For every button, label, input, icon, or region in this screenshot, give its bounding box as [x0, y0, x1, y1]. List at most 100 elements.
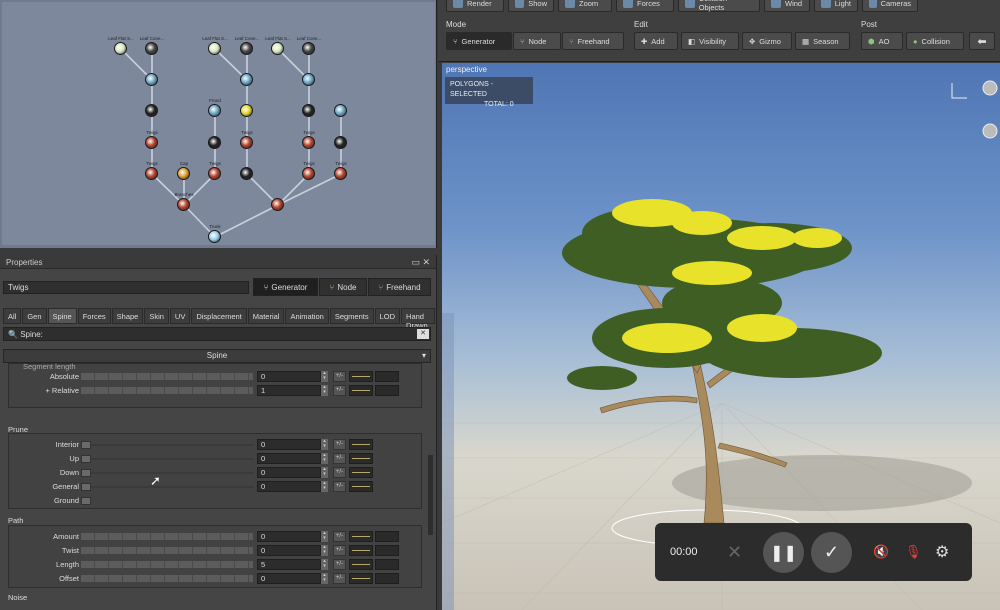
graph-node[interactable]: [145, 73, 158, 86]
graph-node[interactable]: [240, 73, 253, 86]
graph-node[interactable]: [240, 42, 253, 55]
cancel-recording-button[interactable]: ✕: [714, 532, 755, 573]
graph-node[interactable]: [334, 104, 347, 117]
graph-node[interactable]: [334, 167, 347, 180]
curve-editor[interactable]: [349, 481, 373, 492]
tab-lod[interactable]: LOD: [374, 308, 401, 324]
graph-node[interactable]: [271, 42, 284, 55]
props-mode-freehand-button[interactable]: ⑂ Freehand: [368, 278, 431, 296]
curve-editor-secondary[interactable]: [375, 385, 399, 396]
property-value-field[interactable]: 0: [257, 453, 321, 464]
tab-shape[interactable]: Shape: [111, 308, 144, 324]
toolbar-show-button[interactable]: Show: [508, 0, 554, 12]
randomize-toggle[interactable]: +/-: [333, 453, 346, 464]
toolbar-cameras-button[interactable]: Cameras: [862, 0, 918, 12]
randomize-toggle[interactable]: +/-: [333, 481, 346, 492]
curve-editor[interactable]: [349, 559, 373, 570]
property-value-field[interactable]: 0: [257, 545, 321, 556]
value-spinner[interactable]: ▴ ▾: [321, 439, 328, 450]
graph-node[interactable]: [271, 198, 284, 211]
tab-displacement[interactable]: Displacement: [191, 308, 247, 324]
speaker-muted-icon[interactable]: 🔇: [873, 544, 889, 560]
tab-gen[interactable]: Gen: [22, 308, 47, 324]
property-slider[interactable]: [81, 561, 253, 568]
property-slider[interactable]: [81, 441, 253, 449]
graph-node[interactable]: [208, 104, 221, 117]
curve-editor-secondary[interactable]: [375, 559, 399, 570]
tab-animation[interactable]: Animation: [285, 308, 329, 324]
curve-editor-secondary[interactable]: [375, 545, 399, 556]
props-mode-generator-button[interactable]: ⑂ Generator: [253, 278, 318, 296]
pause-recording-button[interactable]: ❚❚: [763, 532, 804, 573]
tab-forces[interactable]: Forces: [77, 308, 111, 324]
graph-node[interactable]: [240, 104, 253, 117]
value-spinner[interactable]: ▴ ▾: [321, 481, 328, 492]
curve-editor[interactable]: [349, 453, 373, 464]
graph-node[interactable]: [208, 136, 221, 149]
randomize-toggle[interactable]: +/-: [333, 371, 346, 382]
toolbar-light-button[interactable]: Light: [814, 0, 858, 12]
graph-node[interactable]: [302, 136, 315, 149]
node-graph-panel[interactable]: Leaf Flat S... Leaf Cone... Leaf Flat S...…: [0, 0, 437, 248]
property-slider[interactable]: [81, 483, 253, 491]
mode-freehand-button[interactable]: ⑂ Freehand: [562, 32, 624, 50]
graph-node[interactable]: [302, 167, 315, 180]
object-name-field[interactable]: Twigs: [3, 281, 249, 294]
graph-node[interactable]: [114, 42, 127, 55]
curve-editor-secondary[interactable]: [375, 371, 399, 382]
tab-all[interactable]: All: [3, 308, 22, 324]
curve-editor[interactable]: [349, 439, 373, 450]
value-spinner[interactable]: ▴ ▾: [321, 371, 328, 382]
graph-node[interactable]: [240, 167, 253, 180]
clear-search-icon[interactable]: ✕: [417, 329, 429, 339]
slider-knob[interactable]: [81, 455, 91, 463]
value-spinner[interactable]: ▴ ▾: [321, 573, 328, 584]
settings-gear-icon[interactable]: ⚙: [935, 542, 949, 562]
panel-window-controls[interactable]: ▭ ✕: [411, 257, 430, 268]
curve-editor[interactable]: [349, 531, 373, 542]
randomize-toggle[interactable]: +/-: [333, 531, 346, 542]
curve-editor[interactable]: [349, 371, 373, 382]
toolbar-collision-objects-button[interactable]: Collision Objects: [678, 0, 760, 12]
property-slider[interactable]: [81, 387, 253, 394]
post-collision-button[interactable]: ● Collision: [906, 32, 964, 50]
randomize-toggle[interactable]: +/-: [333, 573, 346, 584]
toolbar-wind-button[interactable]: Wind: [764, 0, 810, 12]
randomize-toggle[interactable]: +/-: [333, 467, 346, 478]
graph-node[interactable]: [145, 167, 158, 180]
value-spinner[interactable]: ▴ ▾: [321, 559, 328, 570]
curve-editor[interactable]: [349, 573, 373, 584]
node-graph-canvas[interactable]: Leaf Flat S... Leaf Cone... Leaf Flat S...…: [2, 2, 435, 245]
graph-node[interactable]: [177, 167, 190, 180]
property-value-field[interactable]: 0: [257, 531, 321, 542]
property-slider[interactable]: [81, 575, 253, 582]
graph-node[interactable]: [240, 136, 253, 149]
edit-season-button[interactable]: ▦ Season: [795, 32, 850, 50]
tab-segments[interactable]: Segments: [329, 308, 374, 324]
toolbar-zoom-button[interactable]: Zoom: [558, 0, 612, 12]
graph-node[interactable]: [302, 73, 315, 86]
tab-hand-drawn[interactable]: Hand Drawn: [401, 308, 435, 330]
curve-editor[interactable]: [349, 545, 373, 556]
graph-node[interactable]: [302, 104, 315, 117]
property-search-input[interactable]: 🔍 Spine: ✕: [3, 327, 431, 341]
back-arrow-button[interactable]: ⬅: [969, 32, 995, 50]
property-value-field[interactable]: 1: [257, 385, 321, 396]
curve-editor[interactable]: [349, 467, 373, 478]
properties-scrollbar[interactable]: [428, 455, 433, 535]
property-slider[interactable]: [81, 469, 253, 477]
graph-node[interactable]: [208, 230, 221, 243]
graph-node[interactable]: [302, 42, 315, 55]
randomize-toggle[interactable]: +/-: [333, 545, 346, 556]
props-mode-node-button[interactable]: ⑂ Node: [319, 278, 367, 296]
slider-knob[interactable]: [81, 441, 91, 449]
value-spinner[interactable]: ▴ ▾: [321, 531, 328, 542]
property-slider[interactable]: [81, 547, 253, 554]
graph-node[interactable]: [145, 42, 158, 55]
property-slider[interactable]: [81, 373, 253, 380]
spine-section-header[interactable]: Spine ▾: [3, 349, 431, 363]
tab-uv[interactable]: UV: [169, 308, 191, 324]
mode-generator-button[interactable]: ⑂ Generator: [446, 32, 512, 50]
edit-gizmo-button[interactable]: ✥ Gizmo: [742, 32, 792, 50]
randomize-toggle[interactable]: +/-: [333, 439, 346, 450]
